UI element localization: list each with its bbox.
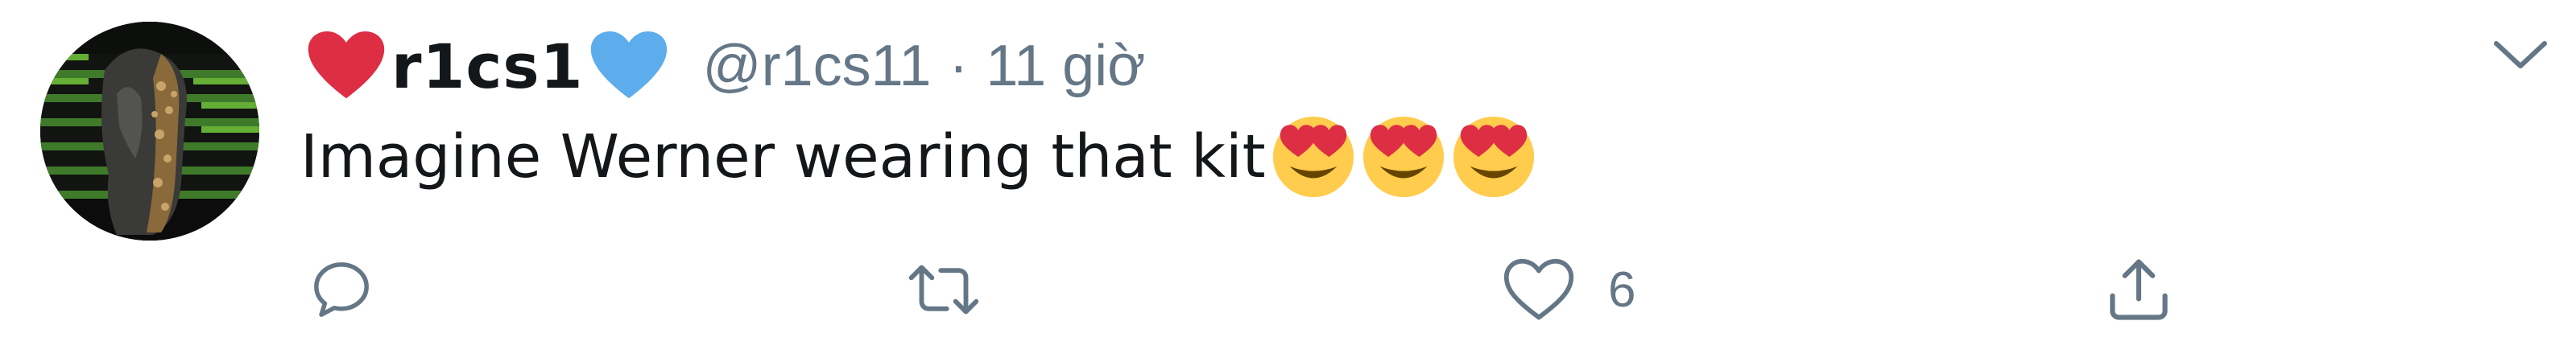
retweet-icon [908,265,979,315]
like-count: 6 [1608,261,1636,318]
retweet-button[interactable] [902,241,1018,338]
tweet-text: Imagine Werner wearing that kit [300,109,1536,205]
display-name[interactable]: r1cs1 [391,31,584,102]
like-button[interactable]: 6 [1502,241,1635,338]
user-handle[interactable]: @r1cs11 [703,33,932,99]
avatar-image [40,22,259,241]
share-icon [2110,259,2168,320]
blue-heart-icon [587,24,671,108]
tweet[interactable]: r1cs1 @r1cs11 · 11 giờ Imagine Werner we… [0,0,2576,362]
heart-eyes-emoji [1361,114,1446,200]
red-heart-icon [304,24,388,108]
reply-icon [314,262,369,317]
action-bar: 6 [0,241,2576,338]
heart-eyes-emoji [1451,114,1536,200]
reply-button[interactable] [306,241,409,338]
heart-eyes-emoji [1271,114,1356,200]
tweet-header: r1cs1 @r1cs11 · 11 giờ [304,18,1145,114]
avatar[interactable] [40,22,259,241]
timestamp[interactable]: 11 giờ [986,33,1145,99]
separator-dot: · [949,34,969,98]
share-button[interactable] [2102,241,2176,338]
tweet-body: Imagine Werner wearing that kit [300,122,1266,191]
like-icon [1503,258,1574,320]
chevron-down-icon[interactable] [2488,31,2553,79]
